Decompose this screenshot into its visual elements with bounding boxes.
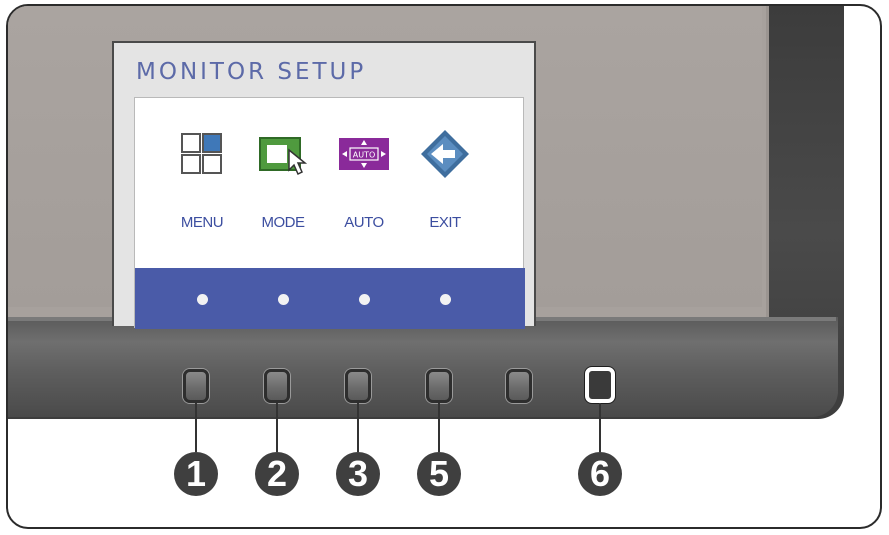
osd-label-auto: AUTO	[344, 214, 384, 231]
auto-adjust-icon: AUTO	[338, 128, 390, 180]
leader-line-5	[438, 403, 440, 452]
callout-1: 1	[174, 452, 218, 496]
osd-indicator-dot-auto	[359, 294, 370, 305]
hw-button-4[interactable]	[426, 369, 452, 403]
mode-window-icon	[257, 128, 309, 180]
hw-button-2[interactable]	[264, 369, 290, 403]
callout-6: 6	[578, 452, 622, 496]
callout-2: 2	[255, 452, 299, 496]
menu-grid-icon	[176, 128, 228, 180]
osd-item-exit[interactable]: EXIT	[405, 128, 485, 238]
leader-line-6	[599, 403, 601, 452]
osd-window: MONITOR SETUP MENU MODE AUTO AUTO EXIT	[112, 41, 536, 329]
osd-item-mode[interactable]: MODE	[243, 128, 323, 238]
osd-item-auto[interactable]: AUTO AUTO	[324, 128, 404, 238]
bezel-button-strip	[8, 317, 838, 417]
callout-5: 5	[417, 452, 461, 496]
osd-indicator-dot-menu	[197, 294, 208, 305]
hw-power-button[interactable]	[585, 367, 615, 403]
exit-arrow-icon	[419, 128, 471, 180]
leader-line-2	[276, 403, 278, 452]
leader-line-1	[195, 403, 197, 452]
osd-label-menu: MENU	[180, 214, 224, 231]
osd-label-mode: MODE	[261, 214, 306, 231]
osd-item-menu[interactable]: MENU	[162, 128, 242, 238]
callout-3: 3	[336, 452, 380, 496]
osd-menu-items: MENU MODE AUTO AUTO EXIT	[135, 98, 525, 268]
hw-button-3[interactable]	[345, 369, 371, 403]
osd-indicator-dot-exit	[440, 294, 451, 305]
diagram-frame: MONITOR SETUP MENU MODE AUTO AUTO EXIT 1…	[6, 4, 882, 529]
svg-text:AUTO: AUTO	[353, 151, 376, 160]
hw-button-1[interactable]	[183, 369, 209, 403]
leader-line-3	[357, 403, 359, 452]
hw-button-5[interactable]	[506, 369, 532, 403]
osd-indicator-dot-mode	[278, 294, 289, 305]
osd-title: MONITOR SETUP	[136, 59, 367, 85]
osd-panel: MENU MODE AUTO AUTO EXIT	[134, 97, 525, 329]
osd-button-indicator-bar	[135, 268, 525, 329]
osd-label-exit: EXIT	[429, 214, 461, 231]
